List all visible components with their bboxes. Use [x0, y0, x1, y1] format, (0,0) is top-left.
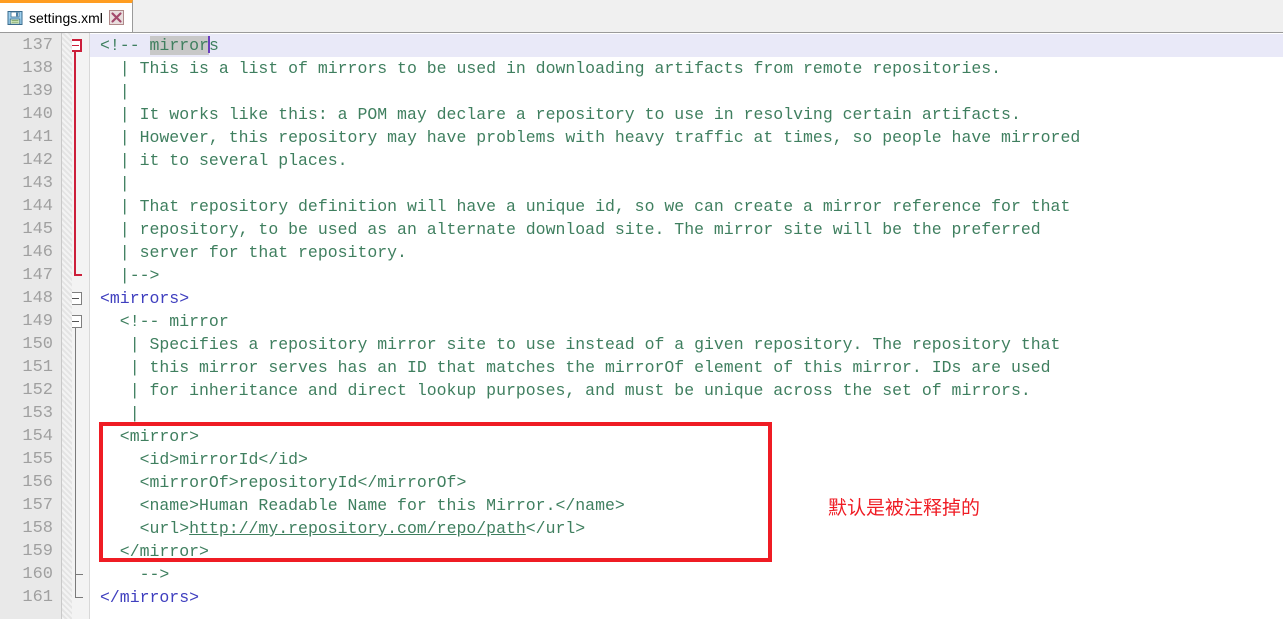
code-line-text: |-->	[100, 266, 160, 285]
line-number: 156	[22, 473, 53, 492]
code-line-text: <name>Human Readable Name for this Mirro…	[100, 496, 625, 515]
line-number: 147	[22, 266, 53, 285]
line-number-gutter: 137 138 139 140 141 142 143 144 145 146 147 148 149 1…	[0, 33, 62, 619]
code-line-text: <id>mirrorId</id>	[100, 450, 308, 469]
code-line-text: |	[100, 174, 130, 193]
line-number: 148	[22, 289, 53, 308]
code-line-text: | for inheritance and direct lookup purp…	[100, 381, 1031, 400]
tab-label: settings.xml	[29, 9, 103, 26]
line-number: 137	[22, 36, 53, 55]
code-line-text: |	[100, 82, 130, 101]
code-line-text: <mirrors>	[100, 289, 190, 308]
code-line[interactable]: | for inheritance and direct lookup purp…	[90, 379, 1283, 402]
line-number: 145	[22, 220, 53, 239]
code-line[interactable]: <id>mirrorId</id>	[90, 448, 1283, 471]
line-number: 158	[22, 519, 53, 538]
fold-range-end-tick	[75, 574, 83, 575]
line-number: 159	[22, 542, 53, 561]
tab-bar-filler	[132, 0, 1283, 32]
code-line-text: <!-- mirror	[100, 312, 229, 331]
code-line[interactable]: | This is a list of mirrors to be used i…	[90, 57, 1283, 80]
code-line-text: -->	[100, 565, 170, 584]
fold-toggle-icon[interactable]	[69, 292, 82, 305]
line-number: 155	[22, 450, 53, 469]
line-number: 149	[22, 312, 53, 331]
code-line[interactable]: |	[90, 402, 1283, 425]
line-number: 160	[22, 565, 53, 584]
fold-range-line	[74, 52, 76, 275]
code-line[interactable]: <name>Human Readable Name for this Mirro…	[90, 494, 1283, 517]
line-number: 150	[22, 335, 53, 354]
code-line[interactable]: |	[90, 172, 1283, 195]
fold-toggle-icon[interactable]	[69, 315, 82, 328]
code-line[interactable]: | It works like this: a POM may declare …	[90, 103, 1283, 126]
code-line[interactable]: | this mirror serves has an ID that matc…	[90, 356, 1283, 379]
code-line[interactable]: <mirrors>	[90, 287, 1283, 310]
line-number: 141	[22, 128, 53, 147]
code-line[interactable]: | it to several places.	[90, 149, 1283, 172]
code-line[interactable]: | However, this repository may have prob…	[90, 126, 1283, 149]
code-line-text: | repository, to be used as an alternate…	[100, 220, 1041, 239]
code-line[interactable]: | That repository definition will have a…	[90, 195, 1283, 218]
close-icon[interactable]	[108, 10, 124, 25]
code-line[interactable]: <url>http://my.repository.com/repo/path<…	[90, 517, 1283, 540]
line-number: 144	[22, 197, 53, 216]
floppy-disk-icon	[7, 10, 23, 26]
code-line[interactable]: -->	[90, 563, 1283, 586]
code-line-text: <url>http://my.repository.com/repo/path<…	[100, 519, 586, 538]
line-number: 152	[22, 381, 53, 400]
line-number: 140	[22, 105, 53, 124]
line-number: 154	[22, 427, 53, 446]
code-line-text: | This is a list of mirrors to be used i…	[100, 59, 1002, 78]
editor-window: settings.xml 137 138 139 140 141 142 143 144 145…	[0, 0, 1283, 619]
code-line[interactable]: | server for that repository.	[90, 241, 1283, 264]
tab-settings-xml[interactable]: settings.xml	[0, 0, 133, 32]
code-folding-column[interactable]	[62, 33, 90, 619]
code-line-text: <mirrorOf>repositoryId</mirrorOf>	[100, 473, 467, 492]
code-line[interactable]: </mirror>	[90, 540, 1283, 563]
code-line-text: </mirror>	[100, 542, 209, 561]
code-line[interactable]: <mirror>	[90, 425, 1283, 448]
fold-range-end-tick	[75, 597, 83, 598]
line-number: 146	[22, 243, 53, 262]
code-line-text: | It works like this: a POM may declare …	[100, 105, 1021, 124]
code-line-text: | Specifies a repository mirror site to …	[100, 335, 1061, 354]
code-line[interactable]: <mirrorOf>repositoryId</mirrorOf>	[90, 471, 1283, 494]
code-line-text: | However, this repository may have prob…	[100, 128, 1081, 147]
code-line-text: | server for that repository.	[100, 243, 407, 262]
code-line[interactable]: |-->	[90, 264, 1283, 287]
code-line[interactable]: <!-- mirrors	[90, 34, 1283, 57]
code-line-text: | it to several places.	[100, 151, 348, 170]
line-number: 153	[22, 404, 53, 423]
code-line-text: | That repository definition will have a…	[100, 197, 1071, 216]
fold-toggle-icon[interactable]	[69, 39, 82, 52]
code-line[interactable]: </mirrors>	[90, 586, 1283, 609]
code-line-text: <!-- mirrors	[100, 36, 219, 55]
line-number: 143	[22, 174, 53, 193]
line-number: 139	[22, 82, 53, 101]
editor-body: 137 138 139 140 141 142 143 144 145 146 147 148 149 1…	[0, 33, 1283, 619]
line-number: 151	[22, 358, 53, 377]
code-line-text: |	[100, 404, 140, 423]
code-line-text: <mirror>	[100, 427, 200, 446]
code-line-text: | this mirror serves has an ID that matc…	[100, 358, 1051, 377]
code-line[interactable]: <!-- mirror	[90, 310, 1283, 333]
code-line-text: </mirrors>	[100, 588, 200, 607]
code-line[interactable]: | Specifies a repository mirror site to …	[90, 333, 1283, 356]
code-text-area[interactable]: 默认是被注释掉的 <!-- mirrors | This is a list o…	[90, 33, 1283, 619]
line-number: 138	[22, 59, 53, 78]
fold-range-end-tick	[74, 274, 82, 276]
code-line[interactable]: |	[90, 80, 1283, 103]
line-number: 142	[22, 151, 53, 170]
line-number: 157	[22, 496, 53, 515]
tab-bar: settings.xml	[0, 0, 1283, 33]
code-line[interactable]: | repository, to be used as an alternate…	[90, 218, 1283, 241]
line-number: 161	[22, 588, 53, 607]
fold-range-line	[75, 328, 76, 598]
